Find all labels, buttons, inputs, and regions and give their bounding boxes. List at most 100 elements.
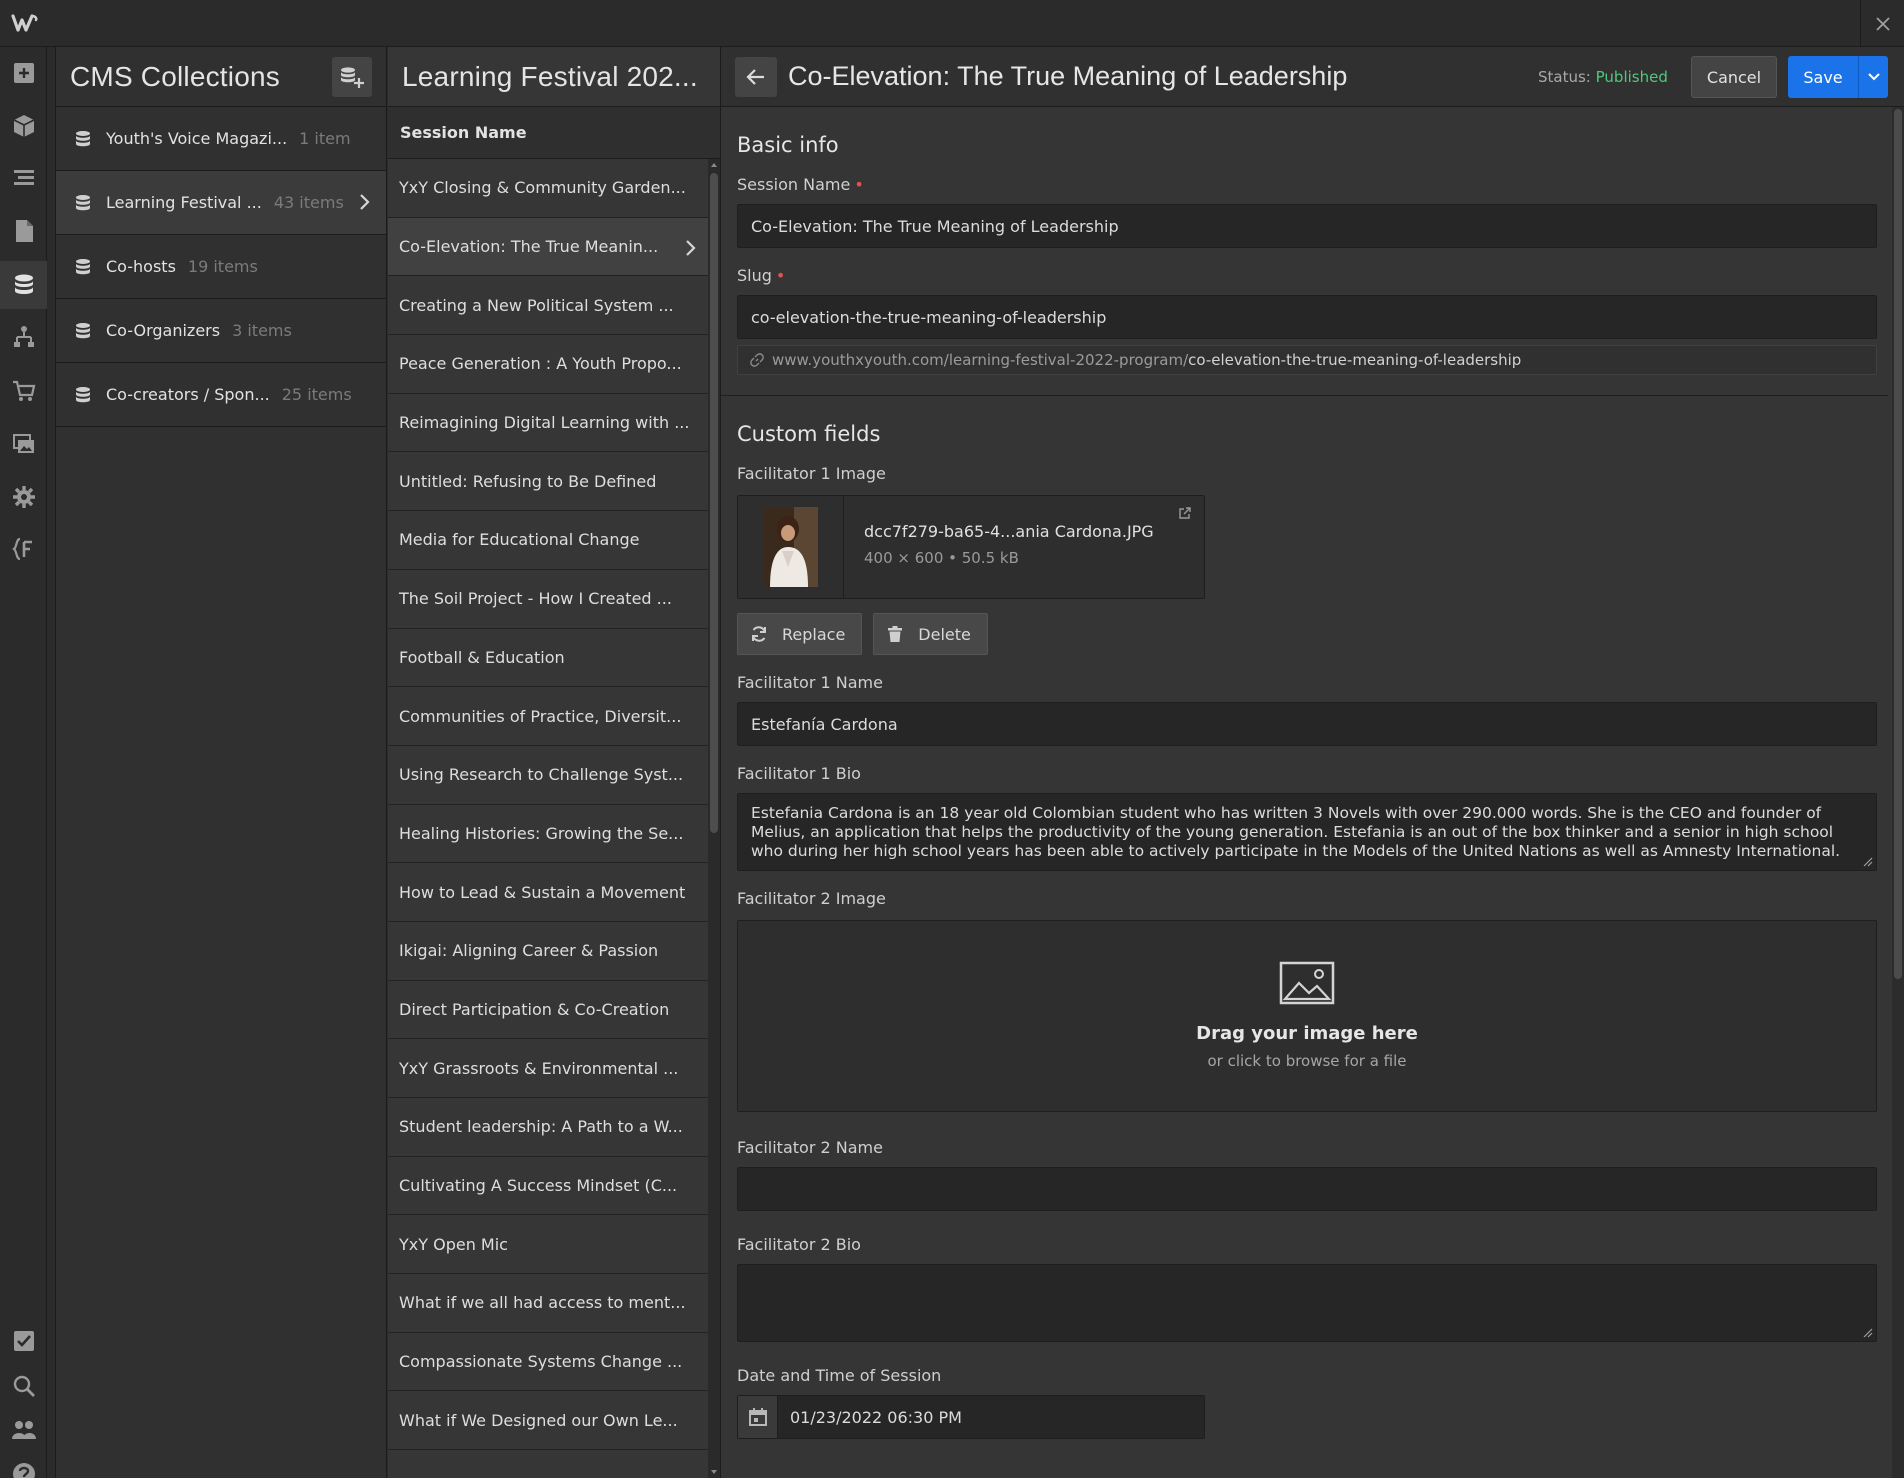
list-item[interactable]: Cultivating A Success Mindset (C... xyxy=(388,1157,708,1216)
back-button[interactable] xyxy=(735,57,777,97)
ecommerce-icon[interactable] xyxy=(0,367,47,415)
collection-item-co-creators[interactable]: Co-creators / Spon... 25 items xyxy=(56,363,386,427)
image-metadata: 400 × 600 • 50.5 kB xyxy=(864,549,1019,567)
list-item-label: YxY Open Mic xyxy=(399,1234,508,1254)
database-icon xyxy=(76,130,90,146)
status-indicator: Status: Published xyxy=(1538,68,1668,86)
list-item-label: Direct Participation & Co-Creation xyxy=(399,999,670,1019)
facilitator-1-bio-textarea[interactable]: Estefania Cardona is an 18 year old Colo… xyxy=(737,793,1877,871)
collection-item-co-organizers[interactable]: Co-Organizers 3 items xyxy=(56,299,386,363)
list-item[interactable]: Communities of Practice, Diversit... xyxy=(388,687,708,746)
list-item[interactable]: What if We Designed our Own Le... xyxy=(388,1391,708,1451)
slug-label-text: Slug xyxy=(737,266,772,285)
slug-url-preview: www.youthxyouth.com/learning-festival-20… xyxy=(737,345,1877,375)
database-icon xyxy=(76,194,90,210)
box-icon[interactable] xyxy=(0,102,47,150)
calendar-icon xyxy=(748,1408,767,1426)
save-options-button[interactable] xyxy=(1858,56,1888,98)
collection-name: Youth's Voice Magazi... xyxy=(106,129,288,148)
session-name-label: Session Name • xyxy=(737,175,1877,194)
editor-scrollbar[interactable] xyxy=(1892,107,1904,1478)
calendar-button[interactable] xyxy=(738,1396,778,1438)
close-icon[interactable] xyxy=(1860,0,1904,47)
delete-button[interactable]: Delete xyxy=(873,613,988,655)
navigator-icon[interactable] xyxy=(0,154,47,202)
external-link-icon[interactable] xyxy=(1178,506,1192,520)
facilitator-1-image-card[interactable]: dcc7f279-ba65-4...ania Cardona.JPG 400 ×… xyxy=(737,495,1205,599)
slug-input[interactable]: co-elevation-the-true-meaning-of-leaders… xyxy=(737,295,1877,339)
list-item[interactable]: Media for Educational Change xyxy=(388,511,708,570)
scroll-down-icon xyxy=(711,1470,717,1474)
list-item-label: Ikigai: Aligning Career & Passion xyxy=(399,941,659,961)
list-item-label: Football & Education xyxy=(399,647,565,667)
scrollbar-thumb[interactable] xyxy=(1894,109,1902,979)
collection-name: Co-Organizers xyxy=(106,321,221,340)
cms-icon[interactable] xyxy=(0,261,47,309)
collection-count: 3 items xyxy=(232,321,292,340)
search-icon[interactable] xyxy=(0,1362,47,1410)
collection-item-learning-festival[interactable]: Learning Festival ... 43 items xyxy=(56,171,386,235)
date-time-input[interactable]: 01/23/2022 06:30 PM xyxy=(737,1395,1205,1439)
audit-icon[interactable] xyxy=(0,1317,47,1365)
custom-code-icon[interactable] xyxy=(0,525,47,573)
list-item-label: Reimagining Digital Learning with ... xyxy=(399,413,690,433)
list-item-label: Untitled: Refusing to Be Defined xyxy=(399,471,657,491)
resize-handle-icon[interactable] xyxy=(1863,1328,1873,1338)
collection-item-co-hosts[interactable]: Co-hosts 19 items xyxy=(56,235,386,299)
list-item[interactable]: YxY Grassroots & Environmental ... xyxy=(388,1039,708,1098)
users-icon[interactable] xyxy=(0,1406,47,1454)
list-item[interactable]: Untitled: Refusing to Be Defined xyxy=(388,452,708,512)
add-icon[interactable] xyxy=(0,49,47,97)
list-item[interactable]: How to Lead & Sustain a Movement xyxy=(388,863,708,922)
resize-handle-icon[interactable] xyxy=(1863,857,1873,867)
cancel-button[interactable]: Cancel xyxy=(1691,56,1777,98)
image-filename: dcc7f279-ba65-4...ania Cardona.JPG xyxy=(864,522,1154,541)
list-item-label: Compassionate Systems Change ... xyxy=(399,1352,683,1372)
facilitator-2-bio-textarea[interactable] xyxy=(737,1264,1877,1342)
items-scrollbar[interactable] xyxy=(708,159,720,1478)
list-item[interactable]: Direct Participation & Co-Creation xyxy=(388,981,708,1040)
list-item[interactable]: Creating a New Political System ... xyxy=(388,276,708,336)
list-item[interactable]: What if we all had access to ment... xyxy=(388,1274,708,1333)
save-button[interactable]: Save xyxy=(1788,56,1888,98)
list-item[interactable]: YxY Closing & Community Garden... xyxy=(388,159,708,218)
pages-icon[interactable] xyxy=(0,207,47,255)
section-divider xyxy=(721,395,1888,396)
list-item[interactable]: Co-Elevation: The True Meanin... xyxy=(388,217,708,277)
database-icon xyxy=(76,322,90,338)
list-item[interactable]: Football & Education xyxy=(388,629,708,688)
list-item[interactable]: Compassionate Systems Change ... xyxy=(388,1333,708,1392)
list-item[interactable]: Using Research to Challenge Syst... xyxy=(388,746,708,805)
webflow-logo-icon[interactable] xyxy=(11,11,39,35)
list-item-label: Communities of Practice, Diversit... xyxy=(399,706,682,726)
list-item[interactable]: Peace Generation : A Youth Propo... xyxy=(388,335,708,394)
list-item-label: The Soil Project - How I Created ... xyxy=(399,589,672,609)
facilitator-2-name-input[interactable] xyxy=(737,1167,1877,1211)
dropzone-subtitle: or click to browse for a file xyxy=(1207,1052,1407,1070)
settings-icon[interactable] xyxy=(0,473,47,521)
collection-count: 1 item xyxy=(299,129,351,148)
custom-fields-heading: Custom fields xyxy=(737,422,881,446)
list-item[interactable]: Reimagining Digital Learning with ... xyxy=(388,394,708,453)
collection-item-youths-voice[interactable]: Youth's Voice Magazi... 1 item xyxy=(56,107,386,171)
session-name-input[interactable]: Co-Elevation: The True Meaning of Leader… xyxy=(737,204,1877,248)
chevron-right-icon xyxy=(686,239,696,256)
list-item[interactable]: Ikigai: Aligning Career & Passion xyxy=(388,922,708,981)
list-item[interactable]: Healing Histories: Growing the Se... xyxy=(388,805,708,864)
scrollbar-thumb[interactable] xyxy=(710,173,718,833)
assets-icon[interactable] xyxy=(0,420,47,468)
save-label[interactable]: Save xyxy=(1788,68,1858,87)
logic-icon[interactable] xyxy=(0,313,47,361)
add-collection-button[interactable] xyxy=(332,57,372,97)
column-header[interactable]: Session Name xyxy=(388,107,720,159)
list-item[interactable]: The Soil Project - How I Created ... xyxy=(388,570,708,629)
facilitator-1-name-input[interactable]: Estefanía Cardona xyxy=(737,702,1877,746)
list-item[interactable]: Student leadership: A Path to a W... xyxy=(388,1098,708,1157)
collections-title: CMS Collections xyxy=(70,60,280,92)
refresh-icon xyxy=(752,626,766,642)
list-item[interactable]: YxY Open Mic xyxy=(388,1215,708,1275)
facilitator-2-image-dropzone[interactable]: Drag your image here or click to browse … xyxy=(737,920,1877,1112)
status-label: Status: xyxy=(1538,68,1591,86)
help-icon[interactable] xyxy=(0,1450,47,1478)
replace-button[interactable]: Replace xyxy=(737,613,863,655)
